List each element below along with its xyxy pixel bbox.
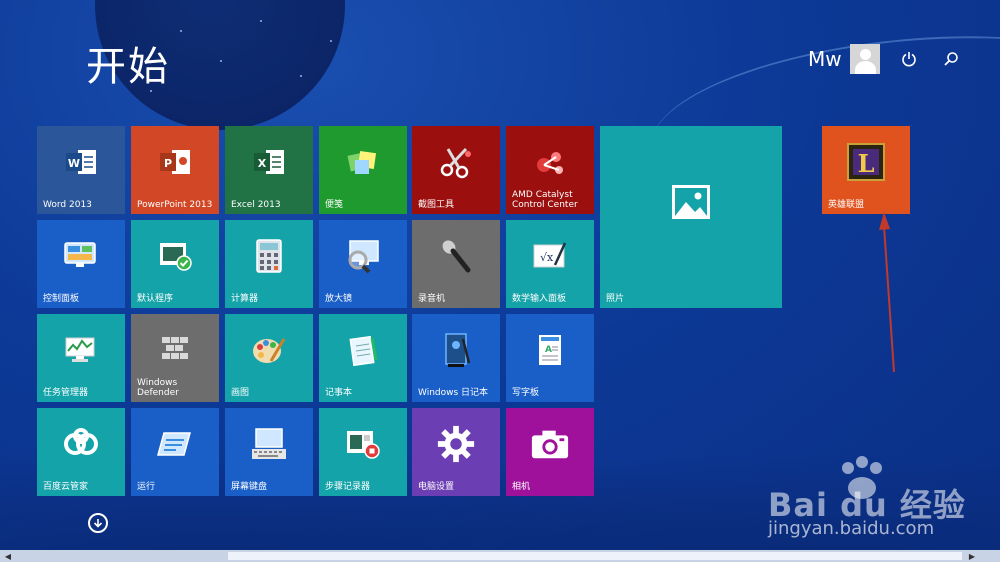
scroll-left-arrow[interactable]: ◀ (2, 550, 14, 562)
scroll-thumb[interactable] (228, 552, 962, 560)
watermark-url: jingyan.baidu.com (768, 518, 935, 539)
baidu-watermark: Bai du 经验 jingyan.baidu.com (768, 456, 988, 539)
horizontal-scrollbar[interactable]: ◀ ▶ (0, 550, 1000, 562)
scroll-right-arrow[interactable]: ▶ (966, 550, 978, 562)
